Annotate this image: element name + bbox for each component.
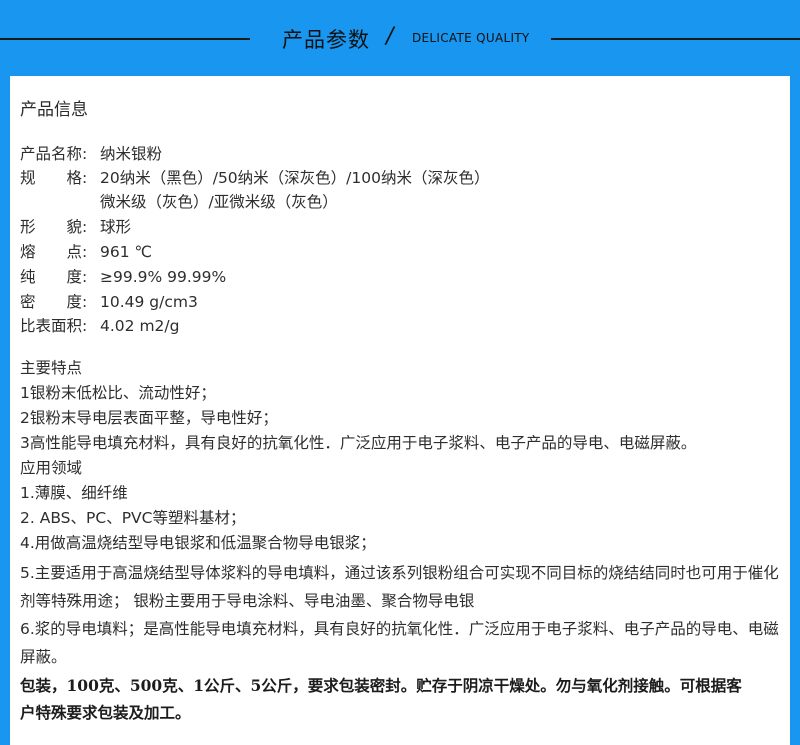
section-header: 产品参数 / DELICATE QUALITY <box>0 0 800 76</box>
spec-value: ≥99.9% 99.99% <box>100 268 227 286</box>
spec-label: 规 格: <box>20 169 88 187</box>
spec-label: 熔 点: <box>20 243 88 261</box>
application-item: 5.主要适用于高温烧结型导体浆料的导电填料，通过该系列银粉组合可实现不同目标的烧… <box>20 564 779 582</box>
spec-label: 比表面积: <box>20 317 88 335</box>
spec-row-density: 密 度: 10.49 g/cm3 <box>20 292 198 312</box>
spec-label: 纯 度: <box>20 268 88 286</box>
spec-row-size: 规 格: 20纳米（黑色）/50纳米（深灰色）/100纳米（深灰色） <box>20 168 489 188</box>
spec-value: 纳米银粉 <box>100 145 163 163</box>
application-item: 6.浆的导电填料；是高性能导电填充材料，具有良好的抗氧化性．广泛应用于电子浆料、… <box>20 620 779 638</box>
spec-value: 20纳米（黑色）/50纳米（深灰色）/100纳米（深灰色） <box>100 169 490 187</box>
spec-label: 密 度: <box>20 293 88 311</box>
header-subtitle: DELICATE QUALITY <box>412 31 530 45</box>
content-panel: 产品信息 产品名称: 纳米银粉 规 格: 20纳米（黑色）/50纳米（深灰色）/10… <box>10 76 790 745</box>
spec-row-morphology: 形 貌: 球形 <box>20 217 131 237</box>
feature-item: 2银粉末导电层表面平整，导电性好； <box>20 409 278 427</box>
spec-label: 形 貌: <box>20 218 88 236</box>
spec-value: 4.02 m2/g <box>100 317 180 335</box>
feature-item: 1银粉末低松比、流动性好； <box>20 384 216 402</box>
application-item: 1.薄膜、细纤维 <box>20 484 128 502</box>
spec-value: 10.49 g/cm3 <box>100 293 198 311</box>
spec-row-name: 产品名称: 纳米银粉 <box>20 144 162 164</box>
spec-row-melting-point: 熔 点: 961 ℃ <box>20 242 152 262</box>
spec-row-size-cont: 微米级（灰色）/亚微米级（灰色） <box>20 192 338 212</box>
application-item: 剂等特殊用途； 银粉主要用于导电涂料、导电油墨、聚合物导电银 <box>20 592 475 610</box>
spec-value: 微米级（灰色）/亚微米级（灰色） <box>100 193 338 211</box>
packaging-text-cont: 户特殊要求包装及加工。 <box>20 703 191 722</box>
features-title: 主要特点 <box>20 359 83 377</box>
application-item: 4.用做高温烧结型导电银浆和低温聚合物导电银浆； <box>20 534 376 552</box>
application-item: 屏蔽。 <box>20 648 67 666</box>
feature-item: 3高性能导电填充材料，具有良好的抗氧化性．广泛应用于电子浆料、电子产品的导电、电… <box>20 434 697 452</box>
application-item: 2. ABS、PC、PVC等塑料基材； <box>20 509 246 527</box>
packaging-text: 包装，100克、500克、1公斤、5公斤，要求包装密封。贮存于阴凉干燥处。勿与氧… <box>20 676 742 695</box>
product-info-title: 产品信息 <box>20 100 88 120</box>
header-rule-right <box>551 38 800 40</box>
spec-value: 球形 <box>100 218 132 236</box>
applications-title: 应用领域 <box>20 459 83 477</box>
spec-label: 产品名称: <box>20 145 88 163</box>
spec-row-purity: 纯 度: ≥99.9% 99.99% <box>20 267 226 287</box>
spec-row-surface-area: 比表面积: 4.02 m2/g <box>20 316 179 336</box>
spec-value: 961 ℃ <box>100 243 152 261</box>
header-slash: / <box>386 24 394 49</box>
header-title: 产品参数 <box>282 28 370 52</box>
header-rule-left <box>0 38 250 40</box>
